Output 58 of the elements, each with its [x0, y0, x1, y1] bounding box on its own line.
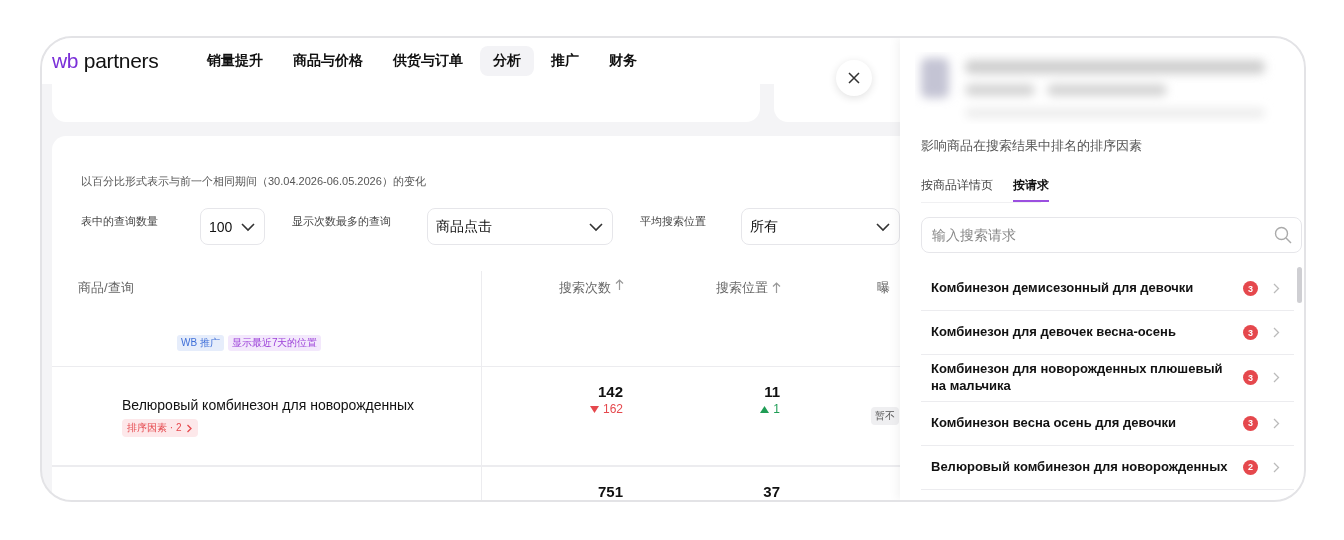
up-triangle-icon	[760, 405, 770, 413]
query-item[interactable]: Комбинезон для новорожденных плюшевый на мальчика 3	[921, 355, 1294, 402]
count-badge: 3	[1243, 415, 1258, 431]
chevron-right-icon	[186, 423, 194, 433]
tag[interactable]: 显示最近7天的位置	[227, 335, 322, 351]
query-item[interactable]: Комбинезон весна осень для девочки 3	[921, 401, 1294, 446]
table-cell: 751	[597, 483, 623, 500]
table-cell: 37	[763, 483, 780, 500]
table-cell: 142	[597, 383, 623, 400]
column-header[interactable]: 搜索次数	[559, 279, 611, 297]
status-tag: 暂不	[871, 407, 899, 425]
tab[interactable]: 按商品详情页	[921, 177, 993, 202]
nav-tab[interactable]: 商品与价格	[280, 46, 377, 76]
chevron-right-icon	[1273, 461, 1280, 473]
chevron-right-icon	[1273, 372, 1280, 384]
search-icon	[1274, 226, 1292, 244]
table-cell: 11	[764, 383, 780, 400]
filter-label: 显示次数最多的查询	[291, 214, 391, 229]
chevron-down-icon	[875, 221, 891, 232]
count-badge: 3	[1243, 325, 1258, 340]
filter-label: 表中的查询数量	[81, 214, 158, 229]
chevron-down-icon	[587, 221, 604, 232]
panel-subtitle: 影响商品在搜索结果中排名的排序因素	[921, 137, 1143, 155]
nav-tab[interactable]: 推广	[538, 46, 593, 76]
chevron-right-icon	[1273, 417, 1280, 429]
search-field[interactable]: 输入搜索请求	[921, 217, 1302, 253]
query-item[interactable]: Комбинезон демисезонный для девочки 3	[921, 267, 1294, 311]
nav-tab[interactable]: 销量提升	[194, 46, 277, 76]
tag[interactable]: WB 推广	[177, 335, 224, 351]
sort-arrow-icon[interactable]	[772, 282, 781, 294]
filter-dropdown[interactable]: 所有	[740, 208, 900, 245]
change-value: 1	[760, 402, 780, 416]
comparison-note: 以百分比形式表示与前一个相同期间（30.04.2026-06.05.2026）的变化	[80, 174, 427, 189]
query-item[interactable]: Велюровый комбинезон для новорожденных 2	[921, 445, 1294, 490]
count-badge: 3	[1243, 281, 1258, 296]
chevron-right-icon	[1273, 327, 1280, 338]
nav-tab[interactable]: 分析	[480, 46, 535, 76]
product-name[interactable]: Велюровый комбинезон для новорожденных	[122, 397, 415, 413]
query-item[interactable]: Комбинезон для девочек весна-осень 3	[921, 311, 1294, 355]
change-value: 162	[589, 402, 623, 416]
nav-tab[interactable]: 供货与订单	[380, 46, 477, 76]
filter-dropdown[interactable]: 100	[200, 208, 265, 245]
tab[interactable]: 按请求	[1013, 177, 1049, 202]
filter-dropdown[interactable]: 商品点击	[426, 208, 613, 245]
sort-arrow-icon[interactable]	[615, 279, 624, 291]
close-icon	[848, 72, 860, 84]
column-header: 商品/查询	[78, 279, 134, 297]
count-badge: 3	[1243, 370, 1258, 386]
count-badge: 2	[1243, 459, 1258, 475]
down-triangle-icon	[589, 405, 599, 413]
nav-tab[interactable]: 财务	[596, 46, 651, 76]
column-header[interactable]: 搜索位置	[716, 279, 768, 297]
filter-label: 平均搜索位置	[639, 214, 706, 229]
scrollbar[interactable]	[1297, 267, 1302, 303]
column-header: 曝	[877, 279, 890, 297]
chevron-right-icon	[1273, 283, 1280, 294]
logo[interactable]: wb partners	[52, 49, 159, 73]
chevron-down-icon	[239, 221, 256, 232]
